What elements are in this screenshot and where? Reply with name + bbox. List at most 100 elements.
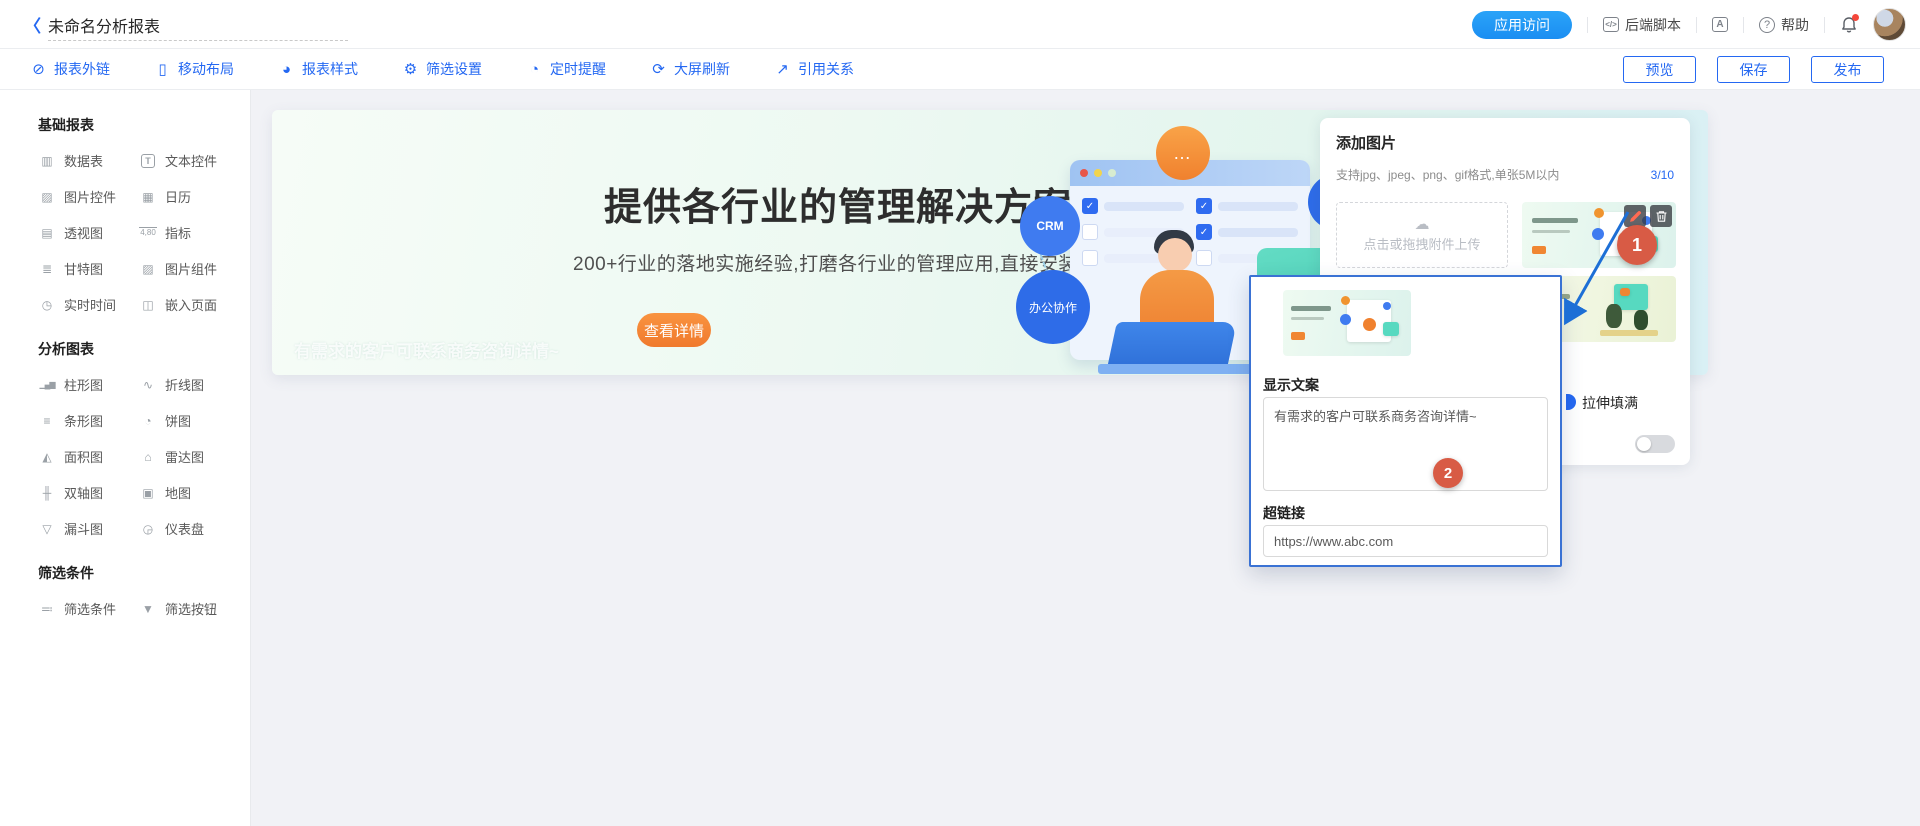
toolbar-item-filter-settings[interactable]: ⚙筛选设置 (402, 59, 482, 79)
sidebar-item-dual-axis-chart[interactable]: ╫双轴图 (38, 483, 139, 502)
hyperlink-input[interactable] (1263, 525, 1548, 557)
bubble-office: 办公协作 (1016, 270, 1090, 344)
refresh-icon: ⟳ (650, 60, 667, 78)
sidebar-item-data-table[interactable]: ▥数据表 (38, 151, 139, 170)
image-count: 3/10 (1651, 168, 1674, 182)
edit-image-button[interactable] (1624, 205, 1646, 227)
sidebar-item-image-component[interactable]: ▨图片组件 (139, 259, 240, 278)
trash-icon (1655, 210, 1668, 223)
divider (1743, 17, 1744, 33)
caption-textarea[interactable]: 有需求的客户可联系商务咨询详情~ (1263, 397, 1548, 491)
sidebar-item-gauge-chart[interactable]: ◶仪表盘 (139, 519, 240, 538)
help-button[interactable]: ? 帮助 (1759, 15, 1809, 35)
toolbar-item-report-style[interactable]: ◕报表样式 (278, 59, 358, 79)
toolbar-item-scheduled-reminder[interactable]: ◔定时提醒 (526, 59, 606, 79)
sidebar-item-funnel-chart[interactable]: ▽漏斗图 (38, 519, 139, 538)
sidebar-item-column-chart[interactable]: ▁▄▆柱形图 (38, 375, 139, 394)
widget-sidebar: 基础报表 ▥数据表 T文本控件 ▨图片控件 ▦日历 ▤透视图 4,80指标 ≣甘… (0, 90, 251, 826)
section-title: 基础报表 (38, 115, 250, 135)
section-title: 筛选条件 (38, 563, 250, 583)
sidebar-item-pivot-table[interactable]: ▤透视图 (38, 223, 139, 242)
sidebar-item-radar-chart[interactable]: ⌂雷达图 (139, 447, 240, 466)
delete-image-button[interactable] (1650, 205, 1672, 227)
contacts-button[interactable]: A (1712, 17, 1728, 32)
stretch-fill-toggle[interactable] (1635, 435, 1675, 453)
indicator-icon: 4,80 (139, 227, 157, 238)
report-canvas: 提供各行业的管理解决方案 200+行业的落地实施经验,打磨各行业的管理应用,直接… (251, 90, 1920, 826)
divider (1696, 17, 1697, 33)
back-icon: 〈 (24, 12, 41, 37)
preview-button[interactable]: 预览 (1623, 56, 1696, 83)
stretch-fill-label: 拉伸填满 (1582, 393, 1638, 413)
gauge-chart-icon: ◶ (139, 522, 157, 536)
embed-icon: ◫ (139, 298, 157, 312)
toolbar-item-report-external-link[interactable]: ⊘报表外链 (30, 59, 110, 79)
back-button[interactable]: 〈 (24, 0, 41, 49)
sidebar-item-pie-chart[interactable]: ◔饼图 (139, 411, 240, 430)
section-title: 分析图表 (38, 339, 250, 359)
sidebar-item-gantt-chart[interactable]: ≣甘特图 (38, 259, 139, 278)
link-icon: ⊘ (30, 60, 47, 78)
sidebar-item-realtime-time[interactable]: ◷实时时间 (38, 295, 139, 314)
realtime-icon: ◷ (38, 298, 56, 312)
divider (1587, 17, 1588, 33)
banner-caption-overlay: 有需求的客户可联系商务咨询详情~ (294, 337, 559, 362)
cloud-upload-icon: ☁ (1415, 218, 1430, 232)
toolbar-item-reference-relation[interactable]: ↗引用关系 (774, 59, 854, 79)
hyperlink-field-label: 超链接 (1263, 503, 1305, 523)
top-bar: 〈 未命名分析报表 应用访问 </> 后端脚本 A ? 帮助 (0, 0, 1920, 49)
area-chart-icon: ◭ (38, 450, 56, 464)
bar-chart-icon: ≡ (38, 414, 56, 428)
illustration-laptop (1107, 322, 1237, 368)
pencil-icon (1629, 210, 1642, 223)
bubble-crm: CRM (1020, 196, 1080, 256)
section-filter-conditions: 筛选条件 ≕筛选条件 ▼筛选按钮 (0, 563, 250, 618)
publish-button[interactable]: 发布 (1811, 56, 1884, 83)
popup-image-preview (1283, 290, 1411, 356)
caption-field-label: 显示文案 (1263, 375, 1319, 395)
sidebar-item-calendar[interactable]: ▦日历 (139, 187, 240, 206)
text-widget-icon: T (141, 154, 155, 168)
sidebar-item-line-chart[interactable]: ∿折线图 (139, 375, 240, 394)
sidebar-item-bar-chart[interactable]: ≡条形图 (38, 411, 139, 430)
sidebar-item-filter-condition[interactable]: ≕筛选条件 (38, 599, 139, 618)
panel-title: 添加图片 (1336, 132, 1396, 153)
pie-chart-icon: ◔ (139, 414, 157, 428)
backend-script-button[interactable]: </> 后端脚本 (1603, 15, 1681, 35)
format-hint: 支持jpg、jpeg、png、gif格式,单张5M以内 (1336, 166, 1559, 183)
funnel-chart-icon: ▽ (38, 522, 56, 536)
gantt-icon: ≣ (38, 262, 56, 276)
map-chart-icon: ▣ (139, 486, 157, 500)
sidebar-item-map-chart[interactable]: ▣地图 (139, 483, 240, 502)
sidebar-item-embed-page[interactable]: ◫嵌入页面 (139, 295, 240, 314)
thumbnail-hover-tools (1624, 205, 1672, 227)
question-icon: ? (1759, 17, 1775, 33)
sidebar-item-indicator[interactable]: 4,80指标 (139, 223, 240, 242)
sidebar-item-text-widget[interactable]: T文本控件 (139, 151, 240, 170)
toolbar-item-screen-refresh[interactable]: ⟳大屏刷新 (650, 59, 730, 79)
upload-dropzone[interactable]: ☁ 点击或拖拽附件上传 (1336, 202, 1508, 268)
report-toolbar: ⊘报表外链 ▯移动布局 ◕报表样式 ⚙筛选设置 ◔定时提醒 ⟳大屏刷新 ↗引用关… (0, 49, 1920, 90)
image-comp-icon: ▨ (139, 262, 157, 276)
column-chart-icon: ▁▄▆ (38, 380, 56, 389)
report-title[interactable]: 未命名分析报表 (48, 9, 348, 41)
save-button[interactable]: 保存 (1717, 56, 1790, 83)
toolbar-item-mobile-layout[interactable]: ▯移动布局 (154, 59, 234, 79)
banner-cta-button[interactable]: 查看详情 (637, 313, 711, 347)
pie-style-icon: ◕ (278, 61, 295, 78)
banner-subtitle: 200+行业的落地实施经验,打磨各行业的管理应用,直接安装使用 (573, 249, 1117, 276)
sidebar-item-image-widget[interactable]: ▨图片控件 (38, 187, 139, 206)
sidebar-item-area-chart[interactable]: ◭面积图 (38, 447, 139, 466)
upload-text: 点击或拖拽附件上传 (1363, 234, 1480, 253)
sidebar-item-filter-button[interactable]: ▼筛选按钮 (139, 599, 240, 618)
pivot-icon: ▤ (38, 226, 56, 240)
data-table-icon: ▥ (38, 154, 56, 168)
calendar-icon: ▦ (139, 190, 157, 204)
section-analysis-charts: 分析图表 ▁▄▆柱形图 ∿折线图 ≡条形图 ◔饼图 ◭面积图 ⌂雷达图 ╫双轴图… (0, 339, 250, 538)
line-chart-icon: ∿ (139, 378, 157, 392)
app-access-button[interactable]: 应用访问 (1472, 11, 1572, 39)
bubble-dots: … (1156, 126, 1210, 180)
alarm-icon: ◔ (526, 61, 543, 78)
user-avatar[interactable] (1873, 8, 1906, 41)
notification-bell-button[interactable] (1840, 16, 1858, 34)
